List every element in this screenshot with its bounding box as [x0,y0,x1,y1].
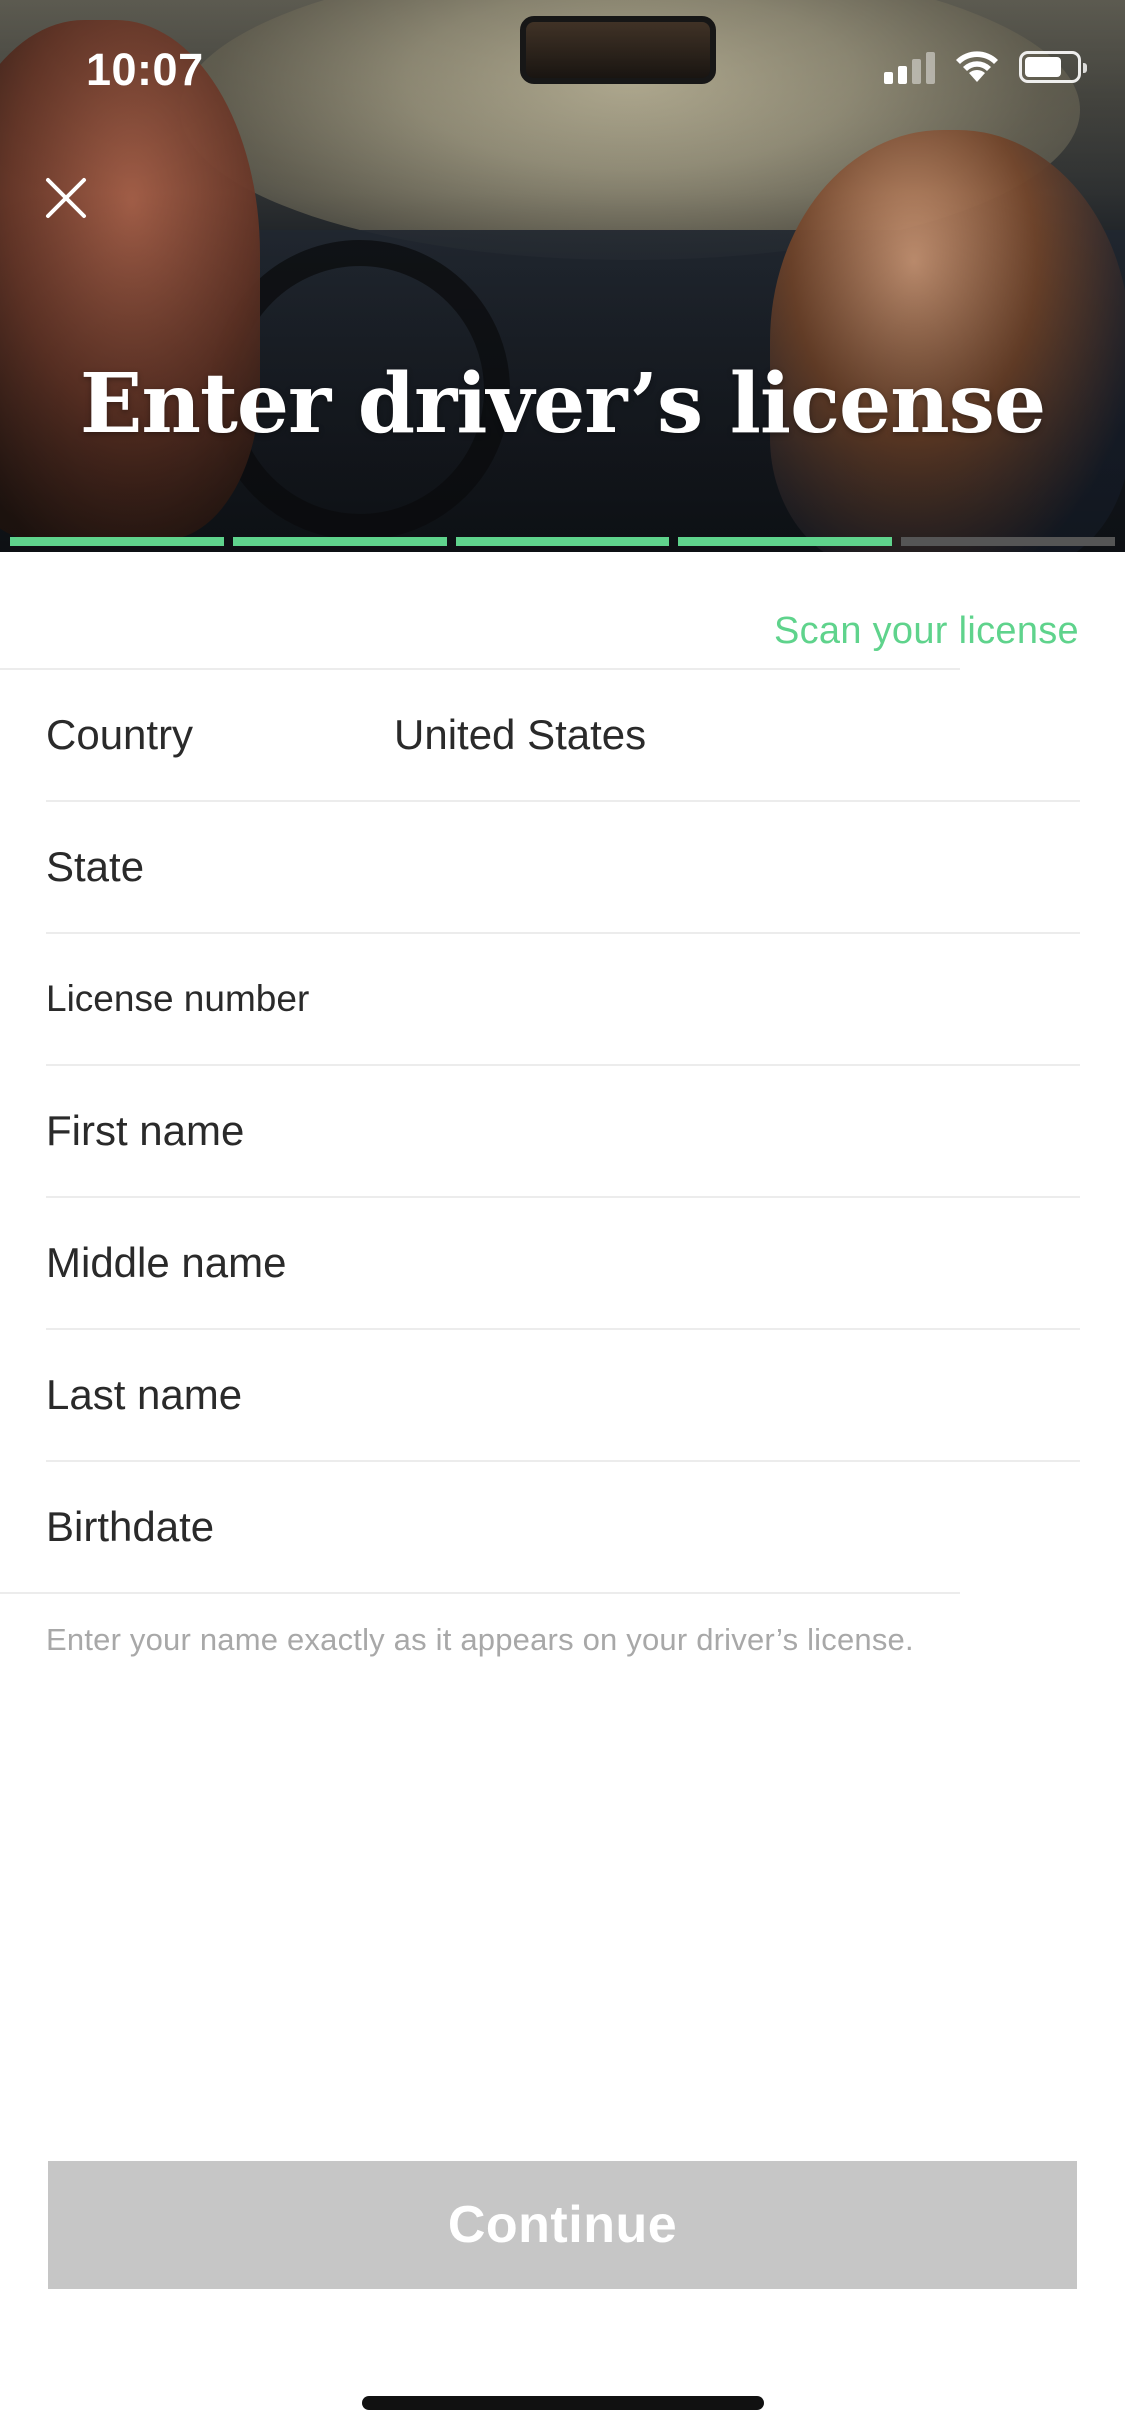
country-label: Country [46,711,194,758]
status-time: 10:07 [86,44,204,95]
drivers-license-screen: 10:07 Enter driver’s license Scan your l… [0,0,1125,2436]
form-hint: Enter your name exactly as it appears on… [46,1622,914,1657]
progress-step-3 [455,537,670,546]
license-number-field[interactable]: License number [46,934,1080,1064]
last-name-label: Last name [46,1371,243,1418]
progress-step-5 [901,537,1115,546]
page-title: Enter driver’s license [79,356,1046,452]
battery-icon [1019,51,1087,83]
birthdate-field[interactable]: Birthdate [46,1462,1080,1592]
home-indicator[interactable] [362,2396,764,2410]
wifi-icon [956,51,998,82]
state-field[interactable]: State [46,802,1080,932]
scan-license-link[interactable]: Scan your license [774,610,1079,653]
first-name-label: First name [46,1107,245,1154]
license-number-label: License number [46,978,310,1019]
progress-step-1 [10,537,224,546]
country-value: United States [394,711,647,758]
birthdate-label: Birthdate [46,1503,215,1550]
close-icon [46,178,86,218]
progress-step-2 [232,537,447,546]
middle-name-field[interactable]: Middle name [46,1198,1080,1328]
country-field[interactable]: Country United States [46,670,1080,800]
state-label: State [46,843,145,890]
close-button[interactable] [36,168,96,228]
middle-name-label: Middle name [46,1239,287,1286]
hero-header: 10:07 Enter driver’s license [0,0,1125,552]
first-name-field[interactable]: First name [46,1066,1080,1196]
status-icons [884,50,1087,84]
divider [0,1592,960,1594]
step-progress-bar [10,537,1115,546]
cellular-signal-icon [884,50,935,84]
progress-step-4 [678,537,893,546]
continue-button[interactable]: Continue [48,2161,1077,2289]
last-name-field[interactable]: Last name [46,1330,1080,1460]
